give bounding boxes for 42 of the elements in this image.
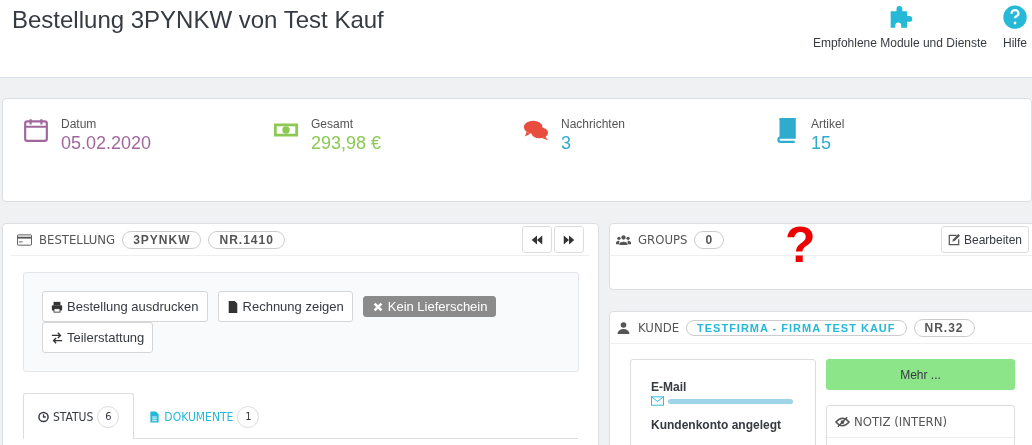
fast-forward-icon bbox=[563, 234, 575, 245]
tab[interactable]: DOKUMENTE 1 bbox=[134, 393, 275, 439]
users-icon bbox=[616, 233, 631, 246]
stat-value: 293,98 € bbox=[311, 133, 382, 154]
question-mark-annotation: ? bbox=[785, 220, 816, 270]
action-button[interactable]: Teilerstattung bbox=[42, 322, 154, 353]
action-button[interactable]: Bestellung ausdrucken bbox=[42, 291, 208, 322]
toolbar-button[interactable]: Hilfe bbox=[1001, 2, 1029, 77]
envelope-icon bbox=[651, 396, 664, 406]
tab[interactable]: STATUS 6 bbox=[23, 393, 135, 439]
more-button[interactable]: Mehr ... bbox=[826, 359, 1015, 390]
user-icon bbox=[616, 321, 631, 334]
rewind-icon bbox=[531, 234, 543, 245]
clock-icon bbox=[38, 410, 49, 423]
note-title: NOTIZ (INTERN) bbox=[854, 414, 947, 429]
edit-button[interactable]: Bearbeiten bbox=[940, 226, 1029, 253]
edit-icon bbox=[947, 233, 960, 246]
stat-label: Nachrichten bbox=[561, 117, 626, 131]
stat-label: Artikel bbox=[811, 117, 845, 131]
account-created-label: Kundenkonto angelegt bbox=[651, 418, 782, 432]
next-button[interactable] bbox=[554, 226, 584, 253]
page-title: Bestellung 3PYNKW von Test Kauf bbox=[11, 5, 385, 35]
stat-value: 05.02.2020 bbox=[61, 133, 152, 154]
toolbar-button[interactable]: Empfohlene Module und Dienste bbox=[812, 2, 987, 77]
panel-title: GROUPS bbox=[638, 232, 688, 247]
stat-label: Gesamt bbox=[311, 117, 354, 131]
previous-button[interactable] bbox=[522, 226, 552, 253]
document-icon bbox=[149, 410, 161, 423]
stat-label: Datum bbox=[61, 117, 98, 131]
printer-icon bbox=[51, 300, 63, 313]
credit-card-icon bbox=[17, 233, 32, 246]
stat-value: 3 bbox=[561, 133, 572, 154]
close-icon bbox=[371, 300, 384, 313]
panel-title: KUNDE bbox=[638, 320, 680, 335]
action-button[interactable]: Rechnung zeigen bbox=[217, 291, 353, 322]
document-icon bbox=[226, 300, 239, 313]
swap-arrows-icon bbox=[51, 331, 63, 344]
calendar-icon bbox=[23, 117, 49, 143]
eye-slash-icon bbox=[835, 415, 850, 428]
stat-value: 15 bbox=[811, 133, 833, 154]
panel-title: BESTELLUNG bbox=[39, 232, 116, 247]
email-label: E-Mail bbox=[651, 380, 688, 394]
